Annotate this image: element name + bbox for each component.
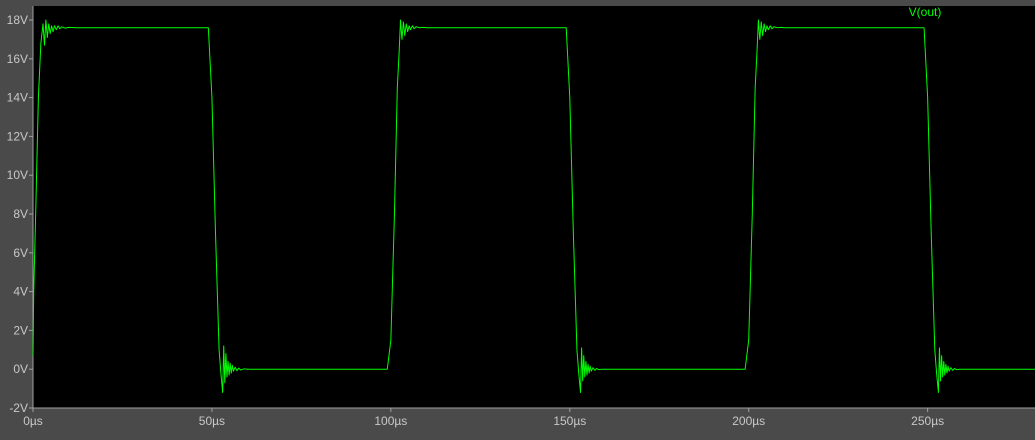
y-tick-label: 8V xyxy=(13,207,28,221)
waveform-viewer: -2V 0V 2V 4V 6V 8V 10V 12V 14V 16V 18V 0µs 50µs 100µ… xyxy=(0,0,1035,435)
y-axis: -2V 0V 2V 4V 6V 8V 10V 12V 14V 16V 18V xyxy=(7,6,34,415)
x-tick-label: 100µs xyxy=(374,414,407,428)
x-tick-label: 200µs xyxy=(732,414,765,428)
x-tick-label: 150µs xyxy=(553,414,586,428)
y-tick-label: 12V xyxy=(7,129,28,143)
y-tick-label: 6V xyxy=(13,246,28,260)
y-tick-label: 18V xyxy=(7,13,28,27)
y-tick-label: 2V xyxy=(13,323,28,337)
legend[interactable]: V(out) xyxy=(909,5,942,19)
y-tick-label: 14V xyxy=(7,91,28,105)
y-tick-label: 0V xyxy=(13,362,28,376)
waveform-plot: -2V 0V 2V 4V 6V 8V 10V 12V 14V 16V 18V 0µs 50µs 100µ… xyxy=(7,5,1035,428)
legend-label-v-out[interactable]: V(out) xyxy=(909,5,942,19)
x-axis: 0µs 50µs 100µs 150µs 200µs 250µs xyxy=(23,407,1035,428)
y-tick-label: -2V xyxy=(9,401,28,415)
y-tick-label: 16V xyxy=(7,52,28,66)
x-tick-label: 50µs xyxy=(199,414,225,428)
x-tick-label: 250µs xyxy=(911,414,944,428)
plot-area xyxy=(33,6,1035,408)
y-tick-label: 10V xyxy=(7,168,28,182)
y-tick-label: 4V xyxy=(13,285,28,299)
x-tick-label: 0µs xyxy=(23,414,43,428)
